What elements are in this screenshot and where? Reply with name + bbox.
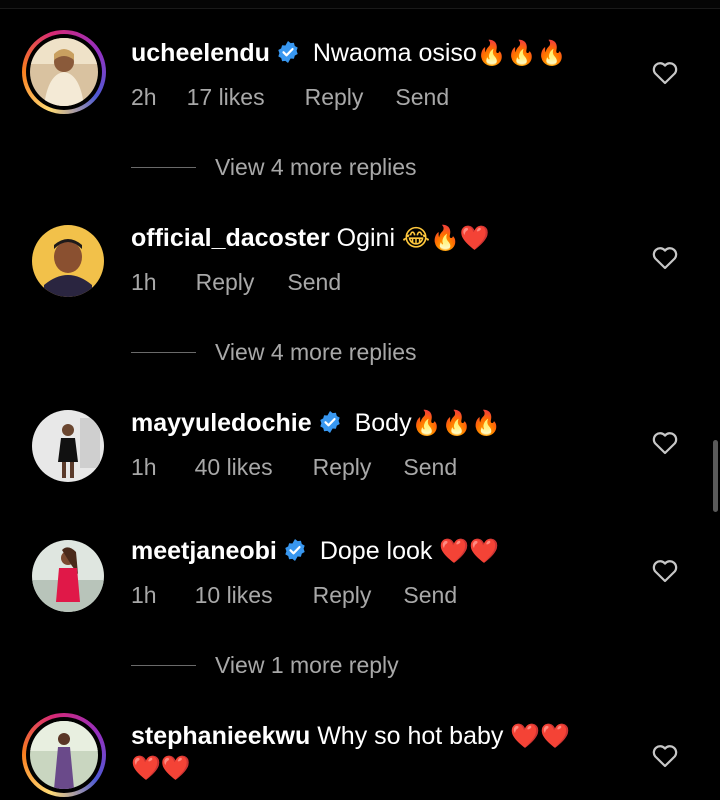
comment-username[interactable]: mayyuledochie: [131, 409, 312, 437]
comment-username[interactable]: ucheelendu: [131, 39, 270, 67]
comment-text: Why so hot baby: [317, 722, 504, 750]
comment-text: Nwaoma osiso: [312, 39, 477, 67]
avatar[interactable]: [22, 400, 106, 484]
comment-timestamp: 1h: [131, 454, 157, 480]
comment-username[interactable]: official_dacoster: [131, 224, 330, 252]
heart-outline-icon[interactable]: [652, 744, 678, 768]
comment-text: Body: [354, 409, 412, 437]
likes-count[interactable]: 10 likes: [195, 580, 273, 610]
verified-badge-icon: [318, 410, 342, 434]
comment-timestamp: 1h: [131, 582, 157, 608]
comment-text: Ogini: [336, 224, 396, 252]
heart-outline-icon[interactable]: [652, 246, 678, 270]
top-divider: [0, 0, 720, 9]
send-button[interactable]: Send: [395, 82, 449, 112]
heart-outline-icon[interactable]: [652, 559, 678, 583]
send-button[interactable]: Send: [287, 267, 341, 297]
reply-button[interactable]: Reply: [305, 82, 364, 112]
verified-badge-icon: [276, 40, 300, 64]
avatar-photo-icon: [32, 540, 104, 612]
scrollbar[interactable]: [713, 440, 718, 512]
comment-text: Dope look: [319, 537, 433, 565]
comment-emojis: 🔥🔥🔥: [411, 409, 502, 437]
heart-outline-icon[interactable]: [652, 61, 678, 85]
comment-emojis-continued: ❤️❤️: [131, 754, 191, 782]
send-button[interactable]: Send: [403, 452, 457, 482]
view-more-replies[interactable]: View 4 more replies: [131, 336, 531, 368]
comment-emojis: 🔥🔥🔥: [476, 39, 567, 67]
comment-username[interactable]: stephanieekwu: [131, 722, 310, 750]
reply-button[interactable]: Reply: [313, 580, 372, 610]
replies-divider: [131, 167, 196, 168]
reply-button[interactable]: Reply: [313, 452, 372, 482]
view-more-replies-label[interactable]: View 1 more reply: [215, 649, 399, 681]
avatar[interactable]: [22, 30, 106, 114]
avatar[interactable]: [22, 215, 106, 299]
comment-emojis: ❤️❤️: [510, 722, 571, 750]
replies-divider: [131, 665, 196, 666]
avatar-photo-icon: [32, 225, 104, 297]
comment-emojis: ❤️❤️: [439, 537, 500, 565]
view-more-replies[interactable]: View 4 more replies: [131, 151, 531, 183]
likes-count[interactable]: 17 likes: [187, 82, 265, 112]
view-more-replies[interactable]: View 1 more reply: [131, 649, 531, 681]
send-button[interactable]: Send: [403, 580, 457, 610]
avatar-photo-icon: [30, 721, 98, 789]
comment-timestamp: 2h: [131, 84, 157, 110]
verified-badge-icon: [283, 538, 307, 562]
heart-outline-icon[interactable]: [652, 431, 678, 455]
view-more-replies-label[interactable]: View 4 more replies: [215, 336, 417, 368]
avatar[interactable]: [22, 530, 106, 614]
view-more-replies-label[interactable]: View 4 more replies: [215, 151, 417, 183]
comment-emojis: 😂🔥❤️: [401, 224, 490, 252]
likes-count[interactable]: 40 likes: [195, 452, 273, 482]
comment-timestamp: 1h: [131, 269, 157, 295]
avatar-photo-icon: [30, 38, 98, 106]
replies-divider: [131, 352, 196, 353]
avatar-photo-icon: [32, 410, 104, 482]
avatar[interactable]: [22, 713, 106, 797]
reply-button[interactable]: Reply: [196, 267, 255, 297]
comment-username[interactable]: meetjaneobi: [131, 537, 277, 565]
